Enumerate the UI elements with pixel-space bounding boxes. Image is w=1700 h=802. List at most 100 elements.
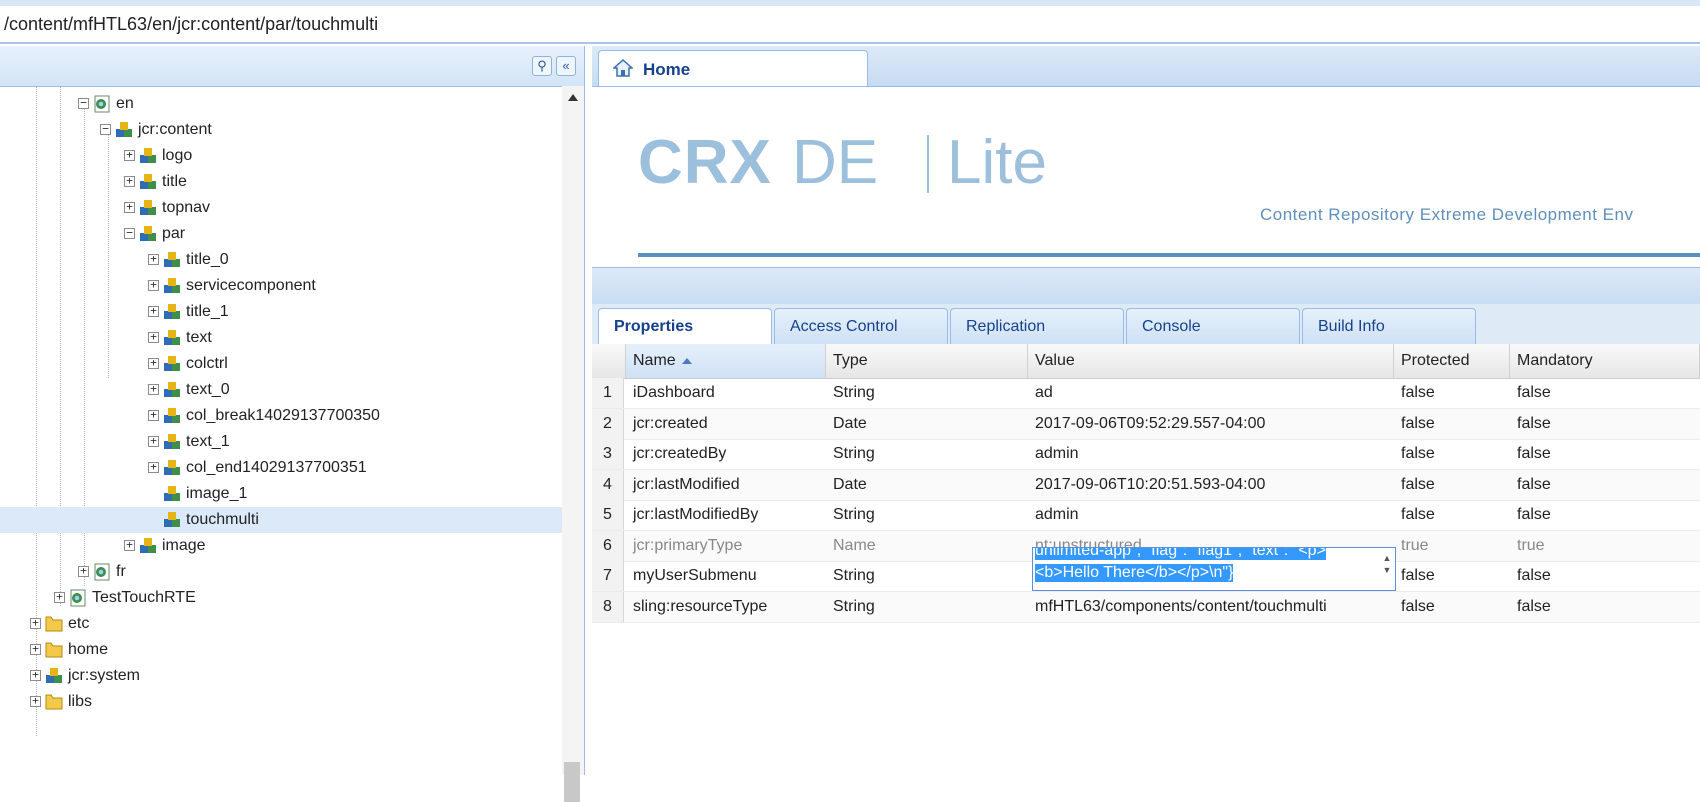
tree-node[interactable]: + fr <box>0 559 562 585</box>
cell-type[interactable]: Date <box>833 415 867 433</box>
tree-node[interactable]: + TestTouchRTE <box>0 585 562 611</box>
cell-name[interactable]: jcr:lastModifiedBy <box>633 506 758 524</box>
column-header-protected[interactable]: Protected <box>1394 344 1510 378</box>
tree-node[interactable]: + col_break14029137700350 <box>0 403 562 429</box>
tab-build-info[interactable]: Build Info <box>1302 308 1476 344</box>
address-bar[interactable]: /content/mfHTL63/en/jcr:content/par/touc… <box>0 0 1700 44</box>
cell-value[interactable]: 2017-09-06T10:20:51.593-04:00 <box>1035 476 1265 494</box>
scroll-up-icon[interactable] <box>568 94 578 101</box>
tree-node[interactable]: + home <box>0 637 562 663</box>
expand-icon[interactable]: + <box>54 591 65 603</box>
cell-prot[interactable]: false <box>1401 445 1435 463</box>
cell-name[interactable]: myUserSubmenu <box>633 567 757 585</box>
cell-type[interactable]: String <box>833 384 875 402</box>
collapse-icon[interactable]: − <box>100 123 111 135</box>
table-row[interactable]: 5 jcr:lastModifiedBy String admin false false <box>592 500 1700 531</box>
cell-type[interactable]: Date <box>833 476 867 494</box>
expand-icon[interactable]: + <box>30 669 41 681</box>
collapse-icon[interactable]: − <box>78 97 89 109</box>
tab-replication[interactable]: Replication <box>950 308 1124 344</box>
cell-name[interactable]: jcr:createdBy <box>633 445 726 463</box>
cell-mand[interactable]: false <box>1517 506 1551 524</box>
expand-icon[interactable]: + <box>148 357 159 369</box>
tab-properties[interactable]: Properties <box>598 308 772 344</box>
tree-node[interactable]: + image <box>0 533 562 559</box>
cell-prot[interactable]: false <box>1401 567 1435 585</box>
expand-icon[interactable]: + <box>30 643 41 655</box>
table-row[interactable]: 1 iDashboard String ad false false <box>592 378 1700 409</box>
cell-mand[interactable]: false <box>1517 567 1551 585</box>
tree-node[interactable]: + libs <box>0 689 562 715</box>
cell-type[interactable]: Name <box>833 537 876 555</box>
binoculars-icon[interactable]: ⚲ <box>532 56 552 76</box>
tree-node[interactable]: + text_0 <box>0 377 562 403</box>
tree-node[interactable]: + logo <box>0 143 562 169</box>
tree-node[interactable]: − jcr:content <box>0 117 562 143</box>
expand-icon[interactable]: + <box>124 201 135 213</box>
column-header-type[interactable]: Type <box>826 344 1028 378</box>
cell-mand[interactable]: false <box>1517 476 1551 494</box>
collapse-icon[interactable]: − <box>124 227 135 239</box>
tree-node[interactable]: + jcr:system <box>0 663 562 689</box>
table-row[interactable]: 7 myUserSubmenu String false false unlimited-… <box>592 547 1700 592</box>
cell-name[interactable]: iDashboard <box>633 384 715 402</box>
column-header-value[interactable]: Value <box>1028 344 1394 378</box>
expand-icon[interactable]: + <box>148 331 159 343</box>
tab-home[interactable]: Home <box>598 50 868 86</box>
tree-node[interactable]: + title <box>0 169 562 195</box>
tab-access-control[interactable]: Access Control <box>774 308 948 344</box>
cell-value[interactable]: admin <box>1035 506 1079 524</box>
cell-value[interactable]: ad <box>1035 384 1053 402</box>
tree-node[interactable]: image_1 <box>0 481 562 507</box>
cell-prot[interactable]: false <box>1401 384 1435 402</box>
tab-console[interactable]: Console <box>1126 308 1300 344</box>
table-row[interactable]: 4 jcr:lastModified Date 2017-09-06T10:20:51… <box>592 469 1700 501</box>
scroll-thumb[interactable] <box>564 762 580 802</box>
tree-node[interactable]: + text <box>0 325 562 351</box>
tree-scrollbar[interactable] <box>562 86 584 802</box>
tree-node[interactable]: + title_1 <box>0 299 562 325</box>
tree-node[interactable]: + colctrl <box>0 351 562 377</box>
expand-icon[interactable]: + <box>124 539 135 551</box>
tree-node[interactable]: + text_1 <box>0 429 562 455</box>
expand-icon[interactable]: + <box>30 695 41 707</box>
cell-prot[interactable]: true <box>1401 537 1429 555</box>
tree-node[interactable]: + title_0 <box>0 247 562 273</box>
tree-node[interactable]: touchmulti <box>0 507 562 533</box>
value-editor[interactable]: unlimited-app", "flag": "flag1", "text":… <box>1032 547 1396 591</box>
expand-icon[interactable]: + <box>148 305 159 317</box>
editor-scroll-icon[interactable]: ▲ ▼ <box>1381 552 1393 582</box>
cell-mand[interactable]: false <box>1517 445 1551 463</box>
expand-icon[interactable]: + <box>124 149 135 161</box>
table-row[interactable]: 2 jcr:created Date 2017-09-06T09:52:29.557-… <box>592 408 1700 440</box>
tree-node[interactable]: + servicecomponent <box>0 273 562 299</box>
tree-node[interactable]: − par <box>0 221 562 247</box>
expand-icon[interactable]: + <box>124 175 135 187</box>
cell-mand[interactable]: false <box>1517 415 1551 433</box>
expand-icon[interactable]: + <box>148 461 159 473</box>
cell-type[interactable]: String <box>833 445 875 463</box>
tree-node[interactable]: + etc <box>0 611 562 637</box>
cell-prot[interactable]: false <box>1401 598 1435 616</box>
expand-icon[interactable]: + <box>148 435 159 447</box>
expand-icon[interactable]: + <box>148 253 159 265</box>
cell-mand[interactable]: false <box>1517 384 1551 402</box>
column-header-name[interactable]: Name <box>626 344 826 378</box>
expand-icon[interactable]: + <box>30 617 41 629</box>
expand-icon[interactable]: + <box>148 383 159 395</box>
column-header-mandatory[interactable]: Mandatory <box>1510 344 1700 378</box>
table-row[interactable]: 3 jcr:createdBy String admin false false <box>592 439 1700 470</box>
cell-type[interactable]: String <box>833 567 875 585</box>
cell-value[interactable]: mfHTL63/components/content/touchmulti <box>1035 598 1327 616</box>
cell-type[interactable]: String <box>833 598 875 616</box>
tree-node[interactable]: + topnav <box>0 195 562 221</box>
cell-value[interactable]: admin <box>1035 445 1079 463</box>
cell-name[interactable]: jcr:primaryType <box>633 537 742 555</box>
cell-type[interactable]: String <box>833 506 875 524</box>
cell-name[interactable]: sling:resourceType <box>633 598 767 616</box>
cell-prot[interactable]: false <box>1401 506 1435 524</box>
cell-mand[interactable]: false <box>1517 598 1551 616</box>
cell-value[interactable]: 2017-09-06T09:52:29.557-04:00 <box>1035 415 1265 433</box>
cell-name[interactable]: jcr:created <box>633 415 708 433</box>
cell-prot[interactable]: false <box>1401 476 1435 494</box>
